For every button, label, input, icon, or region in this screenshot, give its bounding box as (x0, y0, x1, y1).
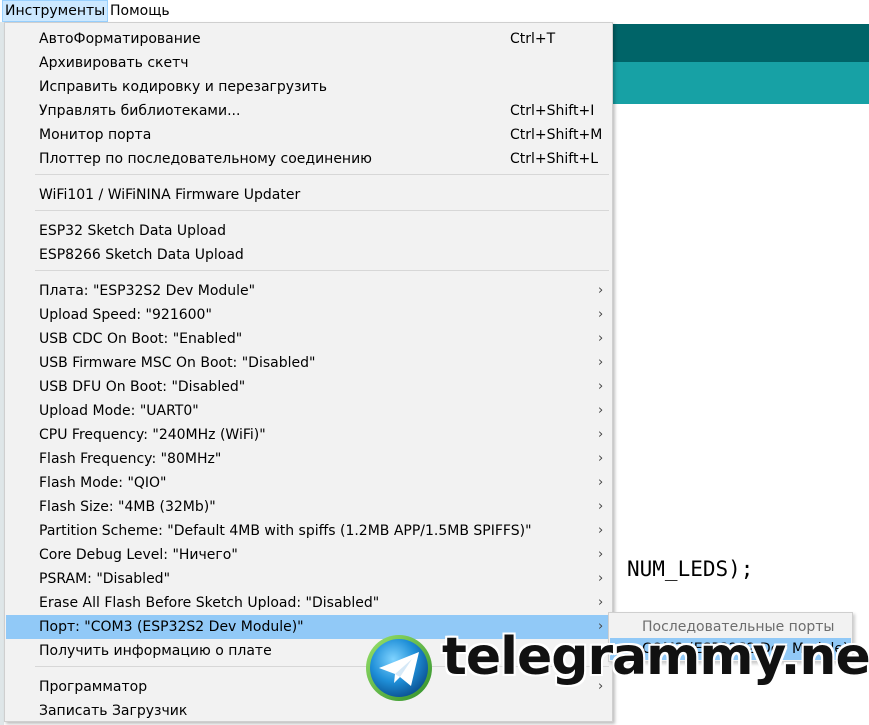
submenu-arrow-icon: › (598, 547, 604, 562)
menu-item-fix-encoding[interactable]: Исправить кодировку и перезагрузить (6, 75, 611, 99)
menu-item-partition-scheme[interactable]: Partition Scheme: "Default 4MB with spif… (6, 519, 611, 543)
watermark-text: telegrammy.net (442, 627, 869, 687)
menu-item-shortcut: Ctrl+Shift+M (510, 127, 603, 143)
menu-item-autoformat[interactable]: АвтоФорматирование Ctrl+T (6, 27, 611, 51)
menu-item-usb-firmware-msc[interactable]: USB Firmware MSC On Boot: "Disabled" › (6, 351, 611, 375)
tools-dropdown-menu: АвтоФорматирование Ctrl+T Архивировать ск… (4, 22, 613, 722)
menu-item-core-debug-level[interactable]: Core Debug Level: "Ничего" › (6, 543, 611, 567)
menu-separator (35, 270, 609, 271)
menu-item-shortcut: Ctrl+Shift+I (510, 103, 595, 119)
menu-item-label: Плата: "ESP32S2 Dev Module" (39, 283, 256, 299)
submenu-arrow-icon: › (598, 523, 604, 538)
submenu-arrow-icon: › (598, 499, 604, 514)
menu-item-archive-sketch[interactable]: Архивировать скетч (6, 51, 611, 75)
submenu-arrow-icon: › (598, 331, 604, 346)
menu-item-flash-frequency[interactable]: Flash Frequency: "80MHz" › (6, 447, 611, 471)
menu-item-label: АвтоФорматирование (39, 31, 201, 47)
menu-item-flash-mode[interactable]: Flash Mode: "QIO" › (6, 471, 611, 495)
menu-item-label: Partition Scheme: "Default 4MB with spif… (39, 523, 532, 539)
menu-item-usb-cdc-on-boot[interactable]: USB CDC On Boot: "Enabled" › (6, 327, 611, 351)
menu-item-label: Flash Size: "4MB (32Mb)" (39, 499, 216, 515)
menu-item-flash-size[interactable]: Flash Size: "4MB (32Mb)" › (6, 495, 611, 519)
submenu-arrow-icon: › (598, 307, 604, 322)
menu-item-label: Flash Frequency: "80MHz" (39, 451, 222, 467)
menu-item-label: Upload Mode: "UART0" (39, 403, 199, 419)
menu-item-label: Записать Загрузчик (39, 703, 188, 719)
submenu-arrow-icon: › (598, 475, 604, 490)
submenu-arrow-icon: › (598, 379, 604, 394)
menu-item-label: Порт: "COM3 (ESP32S2 Dev Module)" (39, 619, 304, 635)
watermark: telegrammy.net (364, 625, 869, 705)
menu-item-label: PSRAM: "Disabled" (39, 571, 171, 587)
menu-tools[interactable]: Инструменты (2, 0, 109, 22)
menu-item-upload-mode[interactable]: Upload Mode: "UART0" › (6, 399, 611, 423)
submenu-arrow-icon: › (598, 403, 604, 418)
menu-item-shortcut: Ctrl+T (510, 31, 556, 47)
menu-help[interactable]: Помощь (107, 0, 173, 22)
menu-item-serial-monitor[interactable]: Монитор порта Ctrl+Shift+M (6, 123, 611, 147)
menu-item-label: USB CDC On Boot: "Enabled" (39, 331, 243, 347)
menu-item-label: ESP32 Sketch Data Upload (39, 223, 226, 239)
menu-item-manage-libraries[interactable]: Управлять библиотеками... Ctrl+Shift+I (6, 99, 611, 123)
menu-item-esp8266-data-upload[interactable]: ESP8266 Sketch Data Upload (6, 243, 611, 267)
submenu-arrow-icon: › (598, 427, 604, 442)
menu-item-wifi-firmware-updater[interactable]: WiFi101 / WiFiNINA Firmware Updater (6, 183, 611, 207)
menu-item-label: Исправить кодировку и перезагрузить (39, 79, 328, 95)
submenu-arrow-icon: › (598, 355, 604, 370)
menu-separator (35, 174, 609, 175)
submenu-arrow-icon: › (598, 451, 604, 466)
menu-item-label: ESP8266 Sketch Data Upload (39, 247, 244, 263)
menu-item-label: Архивировать скетч (39, 55, 189, 71)
menu-item-label: Erase All Flash Before Sketch Upload: "D… (39, 595, 380, 611)
menu-item-psram[interactable]: PSRAM: "Disabled" › (6, 567, 611, 591)
ide-tab-bar (600, 62, 869, 104)
code-text: NUM_LEDS); (627, 557, 754, 581)
menu-item-shortcut: Ctrl+Shift+L (510, 151, 598, 167)
menu-item-cpu-frequency[interactable]: CPU Frequency: "240MHz (WiFi)" › (6, 423, 611, 447)
menu-item-label: Монитор порта (39, 127, 152, 143)
submenu-arrow-icon: › (598, 571, 604, 586)
menu-item-erase-all-flash[interactable]: Erase All Flash Before Sketch Upload: "D… (6, 591, 611, 615)
menu-item-label: USB Firmware MSC On Boot: "Disabled" (39, 355, 316, 371)
menu-item-label: USB DFU On Boot: "Disabled" (39, 379, 246, 395)
ide-toolbar (600, 24, 869, 62)
menu-item-label: Core Debug Level: "Ничего" (39, 547, 238, 563)
menu-item-usb-dfu-on-boot[interactable]: USB DFU On Boot: "Disabled" › (6, 375, 611, 399)
menu-item-label: Программатор (39, 679, 148, 695)
menu-item-serial-plotter[interactable]: Плоттер по последовательному соединению C… (6, 147, 611, 171)
menu-item-label: WiFi101 / WiFiNINA Firmware Updater (39, 187, 301, 203)
menu-item-label: Flash Mode: "QIO" (39, 475, 167, 491)
submenu-arrow-icon: › (598, 283, 604, 298)
menu-item-label: Upload Speed: "921600" (39, 307, 212, 323)
menu-item-label: Управлять библиотеками... (39, 103, 241, 119)
menu-item-esp32-data-upload[interactable]: ESP32 Sketch Data Upload (6, 219, 611, 243)
menu-item-label: Плоттер по последовательному соединению (39, 151, 372, 167)
menu-item-board[interactable]: Плата: "ESP32S2 Dev Module" › (6, 279, 611, 303)
menu-separator (35, 210, 609, 211)
menu-item-label: Получить информацию о плате (39, 643, 272, 659)
menubar: Инструменты Помощь (0, 0, 869, 22)
telegram-logo-icon (366, 635, 432, 701)
submenu-arrow-icon: › (598, 595, 604, 610)
menu-item-upload-speed[interactable]: Upload Speed: "921600" › (6, 303, 611, 327)
menu-item-label: CPU Frequency: "240MHz (WiFi)" (39, 427, 266, 443)
